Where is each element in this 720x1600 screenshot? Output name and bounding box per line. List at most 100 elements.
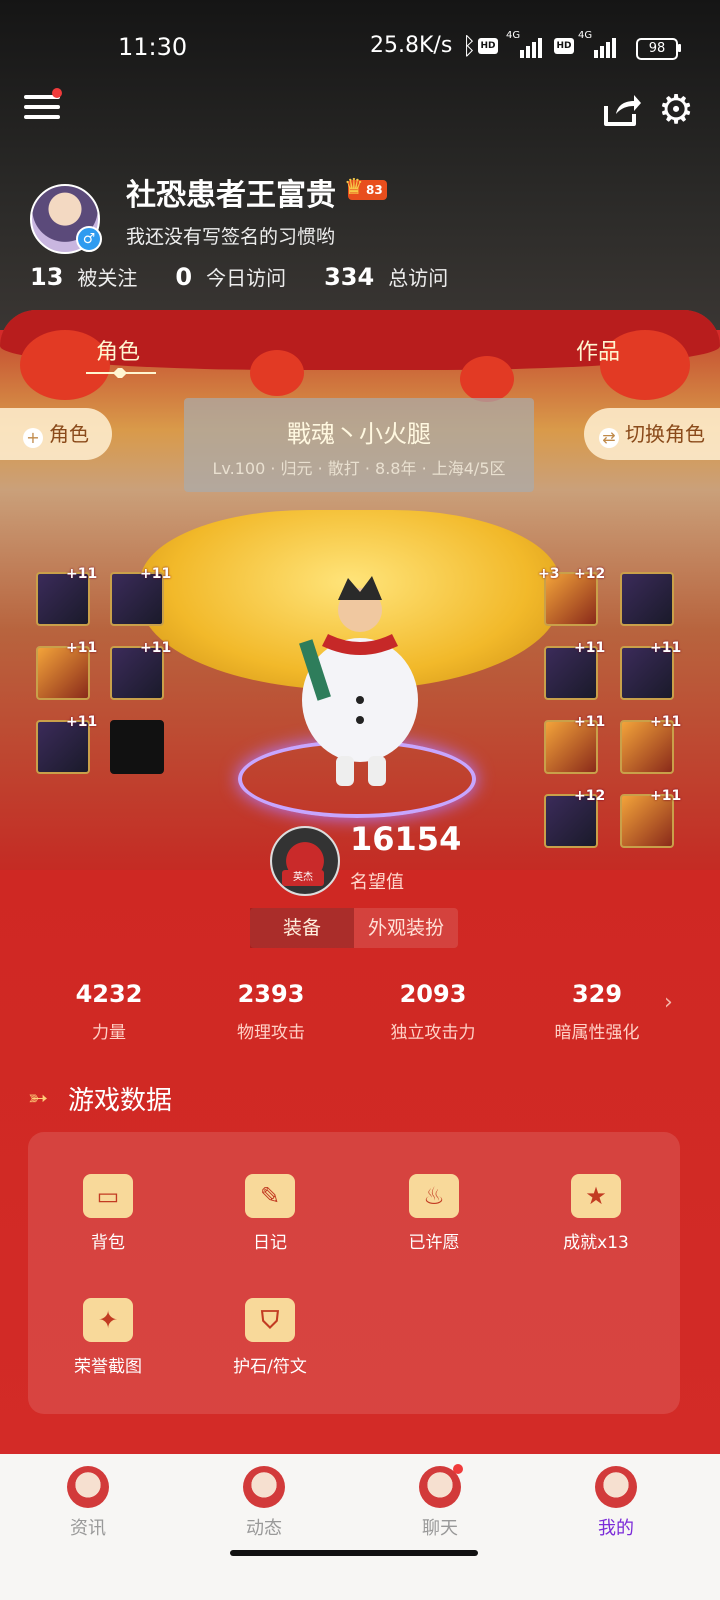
segment-appearance[interactable]: 外观装扮 [354,908,458,948]
enhance-level: +11 [574,640,606,656]
switch-role-label: 切换角色 [625,422,705,446]
battery-icon: 98 [636,38,678,60]
fame-label: 名望值 [350,872,404,893]
settings-gear-icon[interactable]: ⚙ [654,88,698,132]
talisman-icon: ⛉ [245,1298,295,1342]
character-avatar[interactable] [288,570,438,790]
attribute-label: 独立攻击力 [390,1023,476,1043]
nav-mine[interactable]: 我的 [556,1454,676,1540]
add-role-label: 角色 [49,422,89,446]
switch-icon: ⇄ [599,428,619,448]
user-name: 社恐患者王富贵 [126,178,336,213]
followers-count[interactable]: 13 [30,263,63,291]
attribute-label: 物理攻击 [237,1023,305,1043]
network-type-1: 4G [506,30,521,41]
tile-label: 日记 [253,1233,287,1253]
game-data-bag[interactable]: ▭ 背包 [48,1174,168,1253]
game-data-icon: ➳ [28,1084,49,1112]
news-mascot-icon [67,1466,109,1508]
attribute-value: 2393 [237,980,305,1008]
enhance-level: +11 [140,566,172,582]
honor-screenshot-icon: ✦ [83,1298,133,1342]
crown-icon: ♛ [344,175,364,200]
battery-tip [678,44,681,52]
enhance-level: +11 [140,640,172,656]
enhance-level: +11 [650,788,682,804]
achievement-icon: ★ [571,1174,621,1218]
game-data-achievement[interactable]: ★ 成就x13 [536,1174,656,1253]
user-signature: 我还没有写签名的习惯哟 [126,226,336,248]
segment-equipment[interactable]: 装备 [250,908,354,948]
diary-icon: ✎ [245,1174,295,1218]
equipment-slot-empty[interactable] [110,720,164,774]
tile-label: 荣誉截图 [74,1357,142,1377]
enhance-level: +11 [650,714,682,730]
feed-mascot-icon [243,1466,285,1508]
tab-works[interactable]: 作品 [576,334,620,366]
followers-label[interactable]: 被关注 [77,262,137,291]
status-bar: 11:30 25.8K/s ᛒ HD 4G HD 4G 98 [0,0,720,80]
wish-icon: ♨ [409,1174,459,1218]
notification-dot [52,88,62,98]
share-icon[interactable] [602,92,642,128]
nav-news[interactable]: 资讯 [28,1454,148,1540]
attribute-item: 2393 物理攻击 [196,980,346,1043]
plus-icon: + [23,428,43,448]
character-meta: Lv.100 · 归元 · 散打 · 8.8年 · 上海4/5区 [212,459,506,478]
enhance-level: +11 [66,566,98,582]
tile-label: 成就x13 [563,1233,629,1253]
enhance-level: +12 [574,566,606,582]
equipment-slot[interactable] [620,572,674,626]
mine-mascot-icon [595,1466,637,1508]
attribute-value: 329 [571,980,623,1008]
add-role-button[interactable]: + 角色 [0,408,112,460]
enhance-level: +11 [66,640,98,656]
enhance-level: +12 [574,788,606,804]
tile-label: 护石/符文 [233,1357,307,1377]
profile-header: 11:30 25.8K/s ᛒ HD 4G HD 4G 98 ⚙ ♂ 社恐患者王… [0,0,720,330]
game-data-talisman[interactable]: ⛉ 护石/符文 [210,1298,330,1377]
total-visits-label: 总访问 [388,266,449,290]
bag-icon: ▭ [83,1174,133,1218]
today-visits-count: 0 [175,263,193,291]
signal-icon [520,36,542,58]
nav-chat[interactable]: 聊天 [380,1454,500,1540]
attribute-value: 2093 [399,980,467,1008]
attribute-value: 4232 [75,980,143,1008]
home-indicator[interactable] [230,1550,478,1556]
tile-label: 已许愿 [408,1233,460,1253]
game-data-diary[interactable]: ✎ 日记 [210,1174,330,1253]
game-data-wish[interactable]: ♨ 已许愿 [374,1174,494,1253]
chat-notification-dot [453,1464,463,1474]
equipment-segment-control: 装备 外观装扮 [250,908,458,948]
hd-icon: HD [478,38,498,54]
enhance-level: +11 [650,640,682,656]
game-data-honor-screenshot[interactable]: ✦ 荣誉截图 [48,1298,168,1377]
enhance-level: +11 [66,714,98,730]
status-net-speed: 25.8K/s [370,33,453,58]
lantern-decoration [460,356,514,402]
tab-role[interactable]: 角色 [96,334,140,366]
signal-icon [594,36,616,58]
status-time: 11:30 [118,33,188,61]
enhance-level: +3 [538,566,560,582]
profile-stats: 13 被关注 0 今日访问 334 总访问 [30,262,486,291]
fame-badge-label: 英杰 [282,870,324,886]
chevron-right-icon[interactable]: › [664,990,673,1015]
total-visits-count: 334 [324,263,375,291]
nav-feed[interactable]: 动态 [204,1454,324,1540]
attribute-item: 4232 力量 [34,980,184,1043]
nav-label: 聊天 [422,1518,458,1539]
tab-indicator [86,368,156,378]
network-type-2: 4G [578,30,593,41]
tile-label: 背包 [91,1233,125,1253]
game-data-title: 游戏数据 [68,1086,173,1116]
enhance-level: +11 [574,714,606,730]
male-gender-icon: ♂ [76,226,102,252]
fame-value: 16154 [350,820,462,858]
attribute-label: 力量 [92,1023,126,1043]
attribute-label: 暗属性强化 [554,1023,640,1043]
switch-role-button[interactable]: ⇄ 切换角色 [584,408,720,460]
bottom-navigation: 资讯 动态 聊天 我的 [0,1454,720,1600]
character-name: 戰魂丶小火腿 [287,420,431,448]
